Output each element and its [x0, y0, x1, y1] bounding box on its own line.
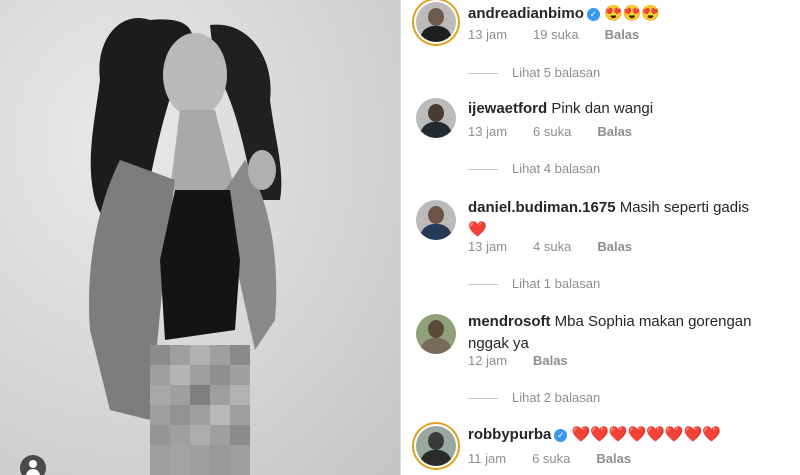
comment-time[interactable]: 12 jam [468, 353, 507, 368]
reply-button[interactable]: Balas [597, 239, 632, 254]
comment-meta: 12 jam Balas [468, 353, 594, 368]
comment-username[interactable]: mendrosoft [468, 313, 551, 330]
comment-text-block: andreadianbimo ✓ 😍😍😍 [468, 3, 788, 25]
comment-text-block: daniel.budiman.1675 Masih seperti gadis … [468, 197, 788, 241]
comment-likes[interactable]: 19 suka [533, 27, 579, 42]
comment-meta: 13 jam 4 suka Balas [468, 239, 658, 254]
view-replies-button[interactable]: Lihat 4 balasan [468, 161, 600, 176]
avatar[interactable] [416, 200, 456, 240]
comment-time[interactable]: 11 jam [468, 451, 506, 466]
comment-username[interactable]: andreadianbimo [468, 5, 584, 22]
comment-text-block: robbypurba ✓ ❤️❤️❤️❤️❤️❤️❤️❤️ [468, 424, 788, 446]
reply-button[interactable]: Balas [533, 353, 568, 368]
comment-time[interactable]: 13 jam [468, 239, 507, 254]
comment-text: ❤️❤️❤️❤️❤️❤️❤️❤️ [571, 426, 721, 443]
comment-text: Pink dan wangi [551, 100, 654, 117]
replies-line [468, 284, 498, 286]
replies-line [468, 398, 498, 400]
comment-likes[interactable]: 4 suka [533, 239, 571, 254]
comment-username[interactable]: daniel.budiman.1675 [468, 199, 616, 216]
comment-text-line2: ❤️ [468, 221, 487, 238]
verified-badge-icon: ✓ [586, 8, 600, 21]
replies-line [468, 169, 498, 171]
replies-line [468, 73, 498, 75]
view-replies-label: Lihat 1 balasan [512, 276, 601, 291]
comment-meta: 13 jam 6 suka Balas [468, 124, 658, 139]
view-replies-label: Lihat 2 balasan [512, 390, 601, 405]
verified-badge-icon: ✓ [554, 429, 568, 442]
avatar[interactable] [416, 314, 456, 354]
post-photo[interactable] [0, 0, 400, 475]
avatar[interactable] [416, 2, 456, 42]
comment-likes[interactable]: 6 suka [533, 124, 571, 139]
view-replies-label: Lihat 4 balasan [512, 161, 601, 176]
view-replies-button[interactable]: Lihat 1 balasan [468, 276, 600, 291]
comment-text: Masih seperti gadis [619, 199, 749, 216]
comment-text: 😍😍😍 [604, 5, 661, 22]
comment-username[interactable]: ijewaetford [468, 100, 547, 117]
view-replies-label: Lihat 5 balasan [512, 65, 601, 80]
avatar[interactable] [416, 98, 456, 138]
comment-meta: 13 jam 19 suka Balas [468, 27, 665, 42]
view-replies-button[interactable]: Lihat 5 balasan [468, 65, 600, 80]
comment-time[interactable]: 13 jam [468, 124, 507, 139]
comment-text-block: mendrosoft Mba Sophia makan gorengan ngg… [468, 311, 788, 355]
reply-button[interactable]: Balas [605, 27, 640, 42]
post-photo-image [89, 18, 282, 475]
view-replies-button[interactable]: Lihat 2 balasan [468, 390, 600, 405]
avatar[interactable] [416, 426, 456, 466]
comment-likes[interactable]: 6 suka [532, 451, 570, 466]
reply-button[interactable]: Balas [597, 124, 632, 139]
comments-list: andreadianbimo ✓ 😍😍😍 13 jam 19 suka Balas L… [401, 0, 800, 475]
comment-meta: 11 jam 6 suka Balas [468, 451, 657, 466]
reply-button[interactable]: Balas [596, 451, 631, 466]
comment-username[interactable]: robbypurba [468, 426, 551, 443]
comment-time[interactable]: 13 jam [468, 27, 507, 42]
comment-text-block: ijewaetford Pink dan wangi [468, 98, 788, 120]
user-tag-icon[interactable] [20, 455, 46, 475]
